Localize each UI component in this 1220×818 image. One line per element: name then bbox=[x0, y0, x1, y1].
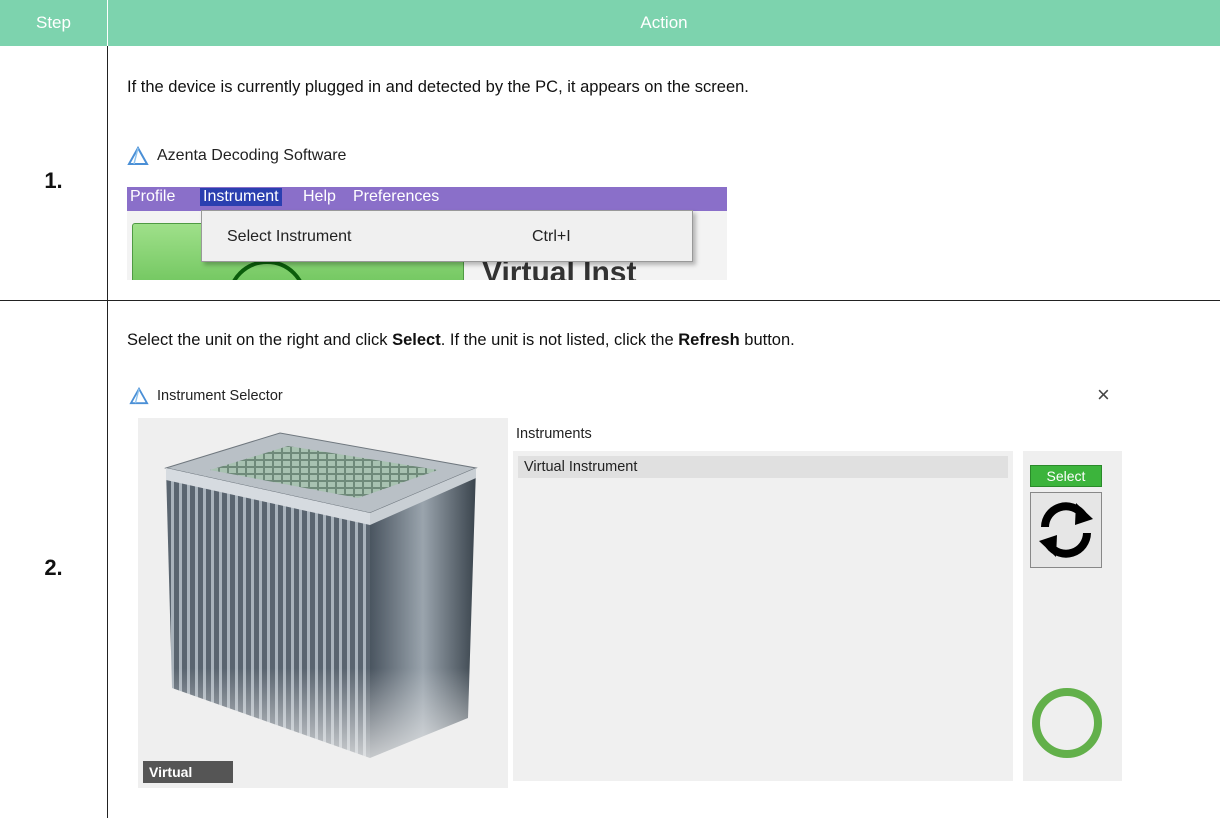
column-divider bbox=[107, 46, 108, 818]
refresh-button[interactable] bbox=[1030, 492, 1102, 568]
menu-profile[interactable]: Profile bbox=[130, 188, 175, 206]
step-number-1: 1. bbox=[44, 168, 63, 193]
list-item[interactable]: Virtual Instrument bbox=[518, 456, 1008, 478]
azenta-logo-icon bbox=[129, 387, 149, 405]
instruction-refresh-emphasis: Refresh bbox=[678, 331, 740, 349]
instrument-device-image bbox=[138, 432, 508, 788]
header-action: Action bbox=[108, 0, 1220, 46]
instruction-select-emphasis: Select bbox=[392, 331, 441, 349]
app-titlebar: Azenta Decoding Software bbox=[127, 145, 346, 167]
close-icon[interactable]: × bbox=[1097, 384, 1110, 406]
menu-preferences[interactable]: Preferences bbox=[353, 188, 439, 206]
instrument-image bbox=[138, 418, 508, 788]
list-item-label: Virtual Instrument bbox=[524, 459, 638, 475]
step-1-instruction: If the device is currently plugged in an… bbox=[127, 78, 749, 96]
instruction-text: button. bbox=[739, 331, 795, 349]
instruction-text: Select the unit on the right and click bbox=[127, 331, 393, 349]
instrument-dropdown: Select Instrument Ctrl+I bbox=[201, 210, 693, 262]
status-ring-icon bbox=[1032, 688, 1102, 758]
row-divider bbox=[0, 300, 1220, 301]
azenta-logo-icon bbox=[127, 146, 149, 165]
instruction-text: . If the unit is not listed, click the bbox=[440, 331, 679, 349]
menu-help[interactable]: Help bbox=[303, 188, 336, 206]
virtual-badge: Virtual bbox=[143, 761, 233, 783]
menu-item-select-instrument[interactable]: Select Instrument bbox=[227, 228, 352, 246]
menu-instrument[interactable]: Instrument bbox=[200, 188, 282, 206]
refresh-icon bbox=[1039, 502, 1093, 558]
screenshot-menu: Azenta Decoding Software GO Virtual Inst… bbox=[127, 140, 727, 280]
instrument-list[interactable]: Virtual Instrument bbox=[513, 451, 1013, 781]
step-2-instruction: Select the unit on the right and click S… bbox=[127, 331, 795, 350]
shortcut-label: Ctrl+I bbox=[532, 228, 571, 245]
selector-titlebar: Instrument Selector bbox=[129, 385, 283, 407]
step-number-2: 2. bbox=[44, 555, 63, 580]
instruments-label: Instruments bbox=[516, 426, 592, 442]
app-title: Azenta Decoding Software bbox=[157, 147, 347, 164]
header-step: Step bbox=[0, 0, 107, 46]
selector-title: Instrument Selector bbox=[157, 388, 283, 404]
select-button[interactable]: Select bbox=[1030, 465, 1102, 487]
